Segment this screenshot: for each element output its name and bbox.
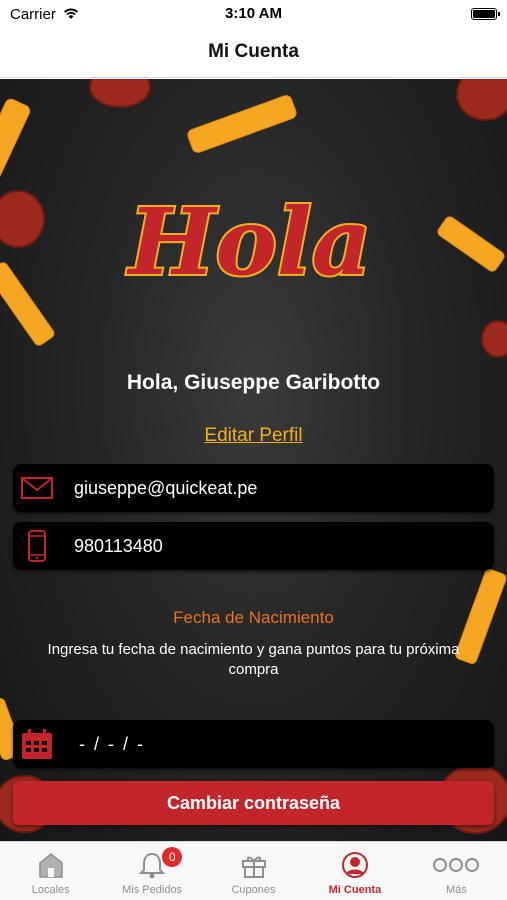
- tab-label: Mis Pedidos: [122, 884, 183, 896]
- tab-mi-cuenta[interactable]: Mi Cuenta: [304, 842, 405, 900]
- email-value: giuseppe@quickeat.pe: [74, 478, 258, 498]
- store-icon: [38, 853, 63, 878]
- birthdate-description: Ingresa tu fecha de nacimiento y gana pu…: [47, 641, 460, 678]
- email-field[interactable]: giuseppe@quickeat.pe: [13, 464, 494, 512]
- user-icon: [341, 852, 368, 878]
- calendar-icon: [22, 729, 52, 759]
- tab-label: Mi Cuenta: [328, 884, 382, 896]
- page-title: Mi Cuenta: [208, 41, 299, 62]
- phone-value: 980113480: [74, 536, 163, 556]
- change-password-button[interactable]: Cambiar contraseña: [13, 781, 494, 825]
- battery-icon: [471, 8, 500, 20]
- gift-icon: [241, 856, 266, 878]
- birthdate-title: Fecha de Nacimiento: [173, 608, 334, 627]
- tab-label: Locales: [31, 884, 70, 896]
- clock: 3:10 AM: [225, 5, 282, 22]
- svg-text:Hola: Hola: [126, 188, 372, 296]
- hola-logo: Hola: [124, 186, 374, 298]
- birthdate-field[interactable]: - / - / -: [13, 720, 494, 768]
- tab-cupones[interactable]: Cupones: [203, 842, 304, 900]
- birthdate-value: - / - / -: [79, 734, 145, 754]
- tab-bar: Locales 0 Mis Pedidos Cupones Mi Cuenta: [0, 841, 507, 900]
- tab-mis-pedidos[interactable]: 0 Mis Pedidos: [101, 842, 202, 900]
- more-icon: [433, 858, 480, 872]
- navigation-bar: Mi Cuenta: [0, 30, 507, 78]
- orders-badge: 0: [162, 847, 183, 867]
- phone-icon: [28, 530, 46, 562]
- user-greeting: Hola, Giuseppe Garibotto: [126, 371, 381, 394]
- account-content: Hola Hola, Giuseppe Garibotto Editar Per…: [0, 79, 507, 841]
- tab-label: Más: [445, 884, 467, 896]
- envelope-icon: [21, 477, 53, 499]
- status-bar: Carrier 3:10 AM: [0, 0, 507, 30]
- phone-field[interactable]: 980113480: [13, 522, 494, 570]
- edit-profile-link[interactable]: Editar Perfil: [0, 425, 507, 447]
- tab-mas[interactable]: Más: [406, 842, 507, 900]
- tab-label: Cupones: [231, 884, 276, 896]
- tab-locales[interactable]: Locales: [0, 842, 101, 900]
